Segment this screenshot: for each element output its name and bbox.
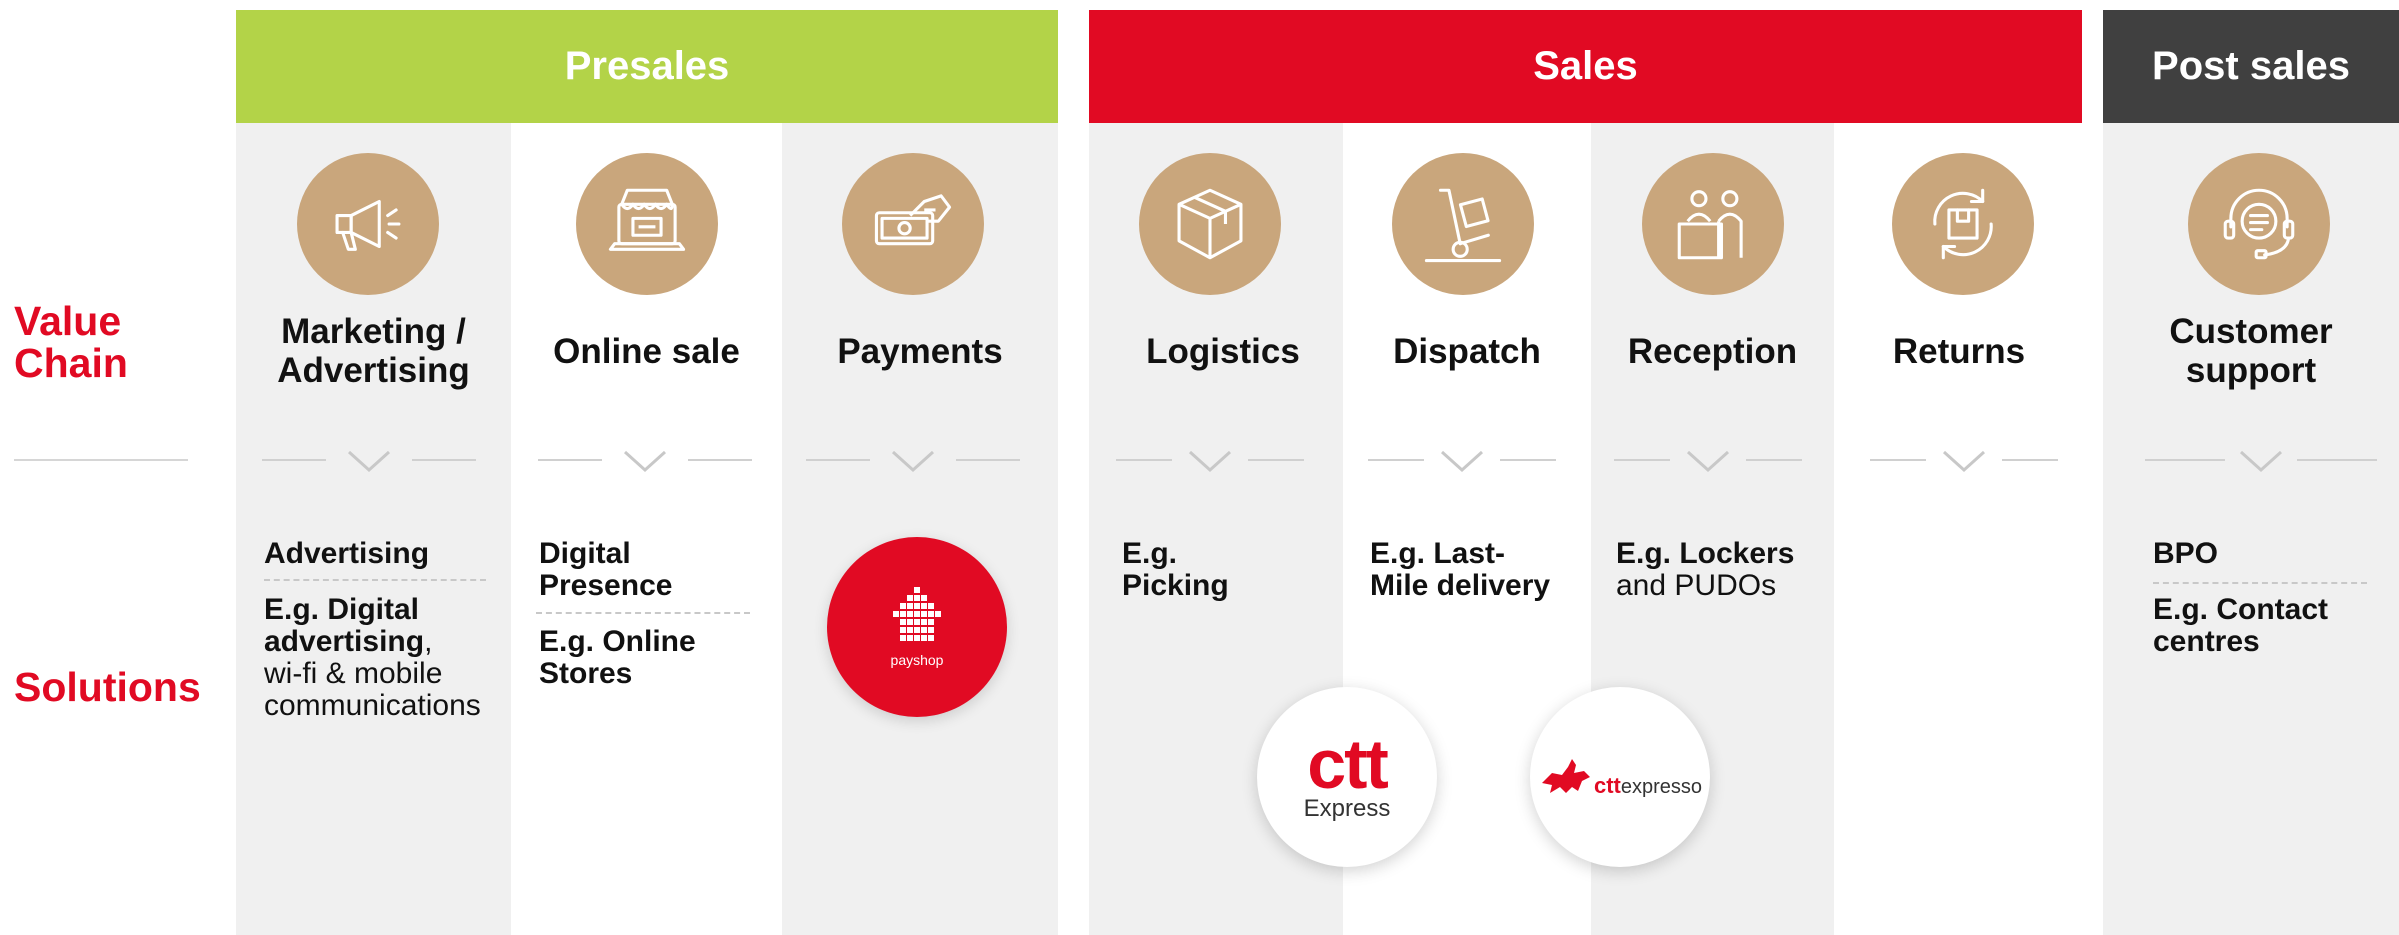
- customer-support-solution-divider: [2153, 582, 2367, 584]
- value-chain-customer-support: Customer support: [2103, 310, 2399, 392]
- online-sale-eg-line-1: E.g. Online: [539, 625, 696, 658]
- reception-desk-icon: [1677, 190, 1743, 260]
- online-sale-eg-line-2: Stores: [539, 657, 633, 690]
- marketing-line-1: Marketing /: [281, 312, 466, 351]
- payshop-logo-text: payshop: [890, 651, 944, 668]
- left-divider: [14, 459, 188, 461]
- hand-truck-icon: [1424, 188, 1502, 263]
- dispatch-eg-line-2: Mile delivery: [1370, 569, 1551, 602]
- chevron-down-icon: [1440, 450, 1484, 473]
- customer-support-solution-title: BPO: [2153, 537, 2219, 570]
- marketing-eg-line-1: E.g. Digital: [264, 593, 420, 626]
- chevron-down-icon: [1942, 450, 1986, 473]
- megaphone-icon: [335, 199, 401, 251]
- separator-customer-support: [2145, 446, 2377, 476]
- value-chain-online-sale: Online sale: [553, 331, 740, 371]
- marketing-eg-line-2: advertising: [264, 625, 425, 658]
- payshop-arrow-icon: [893, 586, 941, 641]
- header-sales: Sales: [1089, 10, 2082, 123]
- header-post-sales: Post sales: [2103, 10, 2399, 123]
- ctt-expresso-logo-main: ctt: [1593, 773, 1621, 798]
- separator-marketing: [262, 446, 476, 476]
- value-chain-label: Value Chain: [14, 300, 128, 384]
- payments-circle: [842, 153, 984, 295]
- value-chain-payments: Payments: [837, 331, 1003, 371]
- marketing-eg-line-2-rest: ,: [424, 625, 433, 658]
- value-chain-returns: Returns: [1892, 331, 2026, 371]
- online-sale-solution-title: Digital Presence: [539, 538, 672, 602]
- package-box-icon: [1177, 188, 1243, 260]
- payment-icon: [874, 194, 952, 246]
- online-store-icon: [608, 188, 686, 251]
- marketing-solution-title: Advertising: [264, 537, 430, 570]
- logistics-eg-line-1: E.g.: [1122, 537, 1178, 570]
- chevron-down-icon: [623, 450, 667, 473]
- customer-support-eg-line-1: E.g. Contact: [2153, 593, 2329, 626]
- ctt-expresso-logo: ctt expresso: [1530, 687, 1710, 867]
- customer-support-circle: [2188, 153, 2330, 295]
- header-presales: Presales: [236, 10, 1058, 123]
- customer-support-icon: [2223, 188, 2295, 260]
- ctt-express-logo-sub: Express: [1303, 795, 1391, 822]
- chevron-down-icon: [1188, 450, 1232, 473]
- online-sale-solution-divider: [536, 612, 750, 614]
- chevron-down-icon: [2239, 450, 2283, 473]
- horse-rider-icon: [1541, 759, 1590, 793]
- value-chain-logistics: Logistics: [1146, 331, 1300, 371]
- value-chain-dispatch: Dispatch: [1393, 331, 1541, 371]
- marketing-eg-line-4: communications: [264, 689, 481, 722]
- separator-returns: [1870, 446, 2058, 476]
- dispatch-eg-line-1: E.g. Last-: [1370, 537, 1506, 570]
- reception-solution-example: E.g. Lockers and PUDOs: [1616, 538, 1794, 602]
- value-chain-reception: Reception: [1627, 331, 1798, 371]
- dispatch-solution-example: E.g. Last- Mile delivery: [1370, 538, 1550, 602]
- value-chain-label-line-2: Chain: [14, 340, 128, 386]
- customer-support-line-2: support: [2185, 351, 2317, 390]
- reception-circle: [1642, 153, 1784, 295]
- solutions-label: Solutions: [14, 664, 201, 710]
- ctt-expresso-logo-sub: expresso: [1620, 776, 1703, 798]
- value-chain-marketing: Marketing / Advertising: [240, 310, 507, 392]
- marketing-circle: [297, 153, 439, 295]
- marketing-solution-divider: [264, 579, 486, 581]
- logistics-solution-example: E.g. Picking: [1122, 538, 1229, 602]
- logistics-eg-line-2: Picking: [1122, 569, 1229, 602]
- separator-reception: [1614, 446, 1802, 476]
- marketing-solution-example: E.g. Digital advertising, wi-fi & mobile…: [264, 594, 524, 722]
- customer-support-solution-example: E.g. Contact centres: [2153, 594, 2328, 658]
- ctt-express-logo-main: ctt: [1307, 725, 1389, 803]
- separator-online-sale: [538, 446, 752, 476]
- online-sale-title-line-1: Digital: [539, 537, 631, 570]
- returns-icon: [1933, 188, 1993, 260]
- marketing-line-2: Advertising: [277, 351, 470, 390]
- dispatch-circle: [1392, 153, 1534, 295]
- marketing-eg-line-3: wi-fi & mobile: [264, 657, 443, 690]
- separator-logistics: [1116, 446, 1304, 476]
- logistics-circle: [1139, 153, 1281, 295]
- reception-eg-line-2: and PUDOs: [1616, 569, 1777, 602]
- returns-circle: [1892, 153, 2034, 295]
- separator-dispatch: [1368, 446, 1556, 476]
- chevron-down-icon: [347, 450, 391, 473]
- online-sale-title-line-2: Presence: [539, 569, 673, 602]
- reception-eg-line-1: E.g. Lockers: [1616, 537, 1795, 570]
- online-sale-circle: [576, 153, 718, 295]
- customer-support-line-1: Customer: [2169, 312, 2333, 351]
- value-chain-label-line-1: Value: [14, 298, 122, 344]
- separator-payments: [806, 446, 1020, 476]
- chevron-down-icon: [891, 450, 935, 473]
- customer-support-eg-line-2: centres: [2153, 625, 2260, 658]
- ctt-express-logo: ctt Express: [1257, 687, 1437, 867]
- payshop-logo: payshop: [827, 537, 1007, 717]
- online-sale-solution-example: E.g. Online Stores: [539, 626, 696, 690]
- chevron-down-icon: [1686, 450, 1730, 473]
